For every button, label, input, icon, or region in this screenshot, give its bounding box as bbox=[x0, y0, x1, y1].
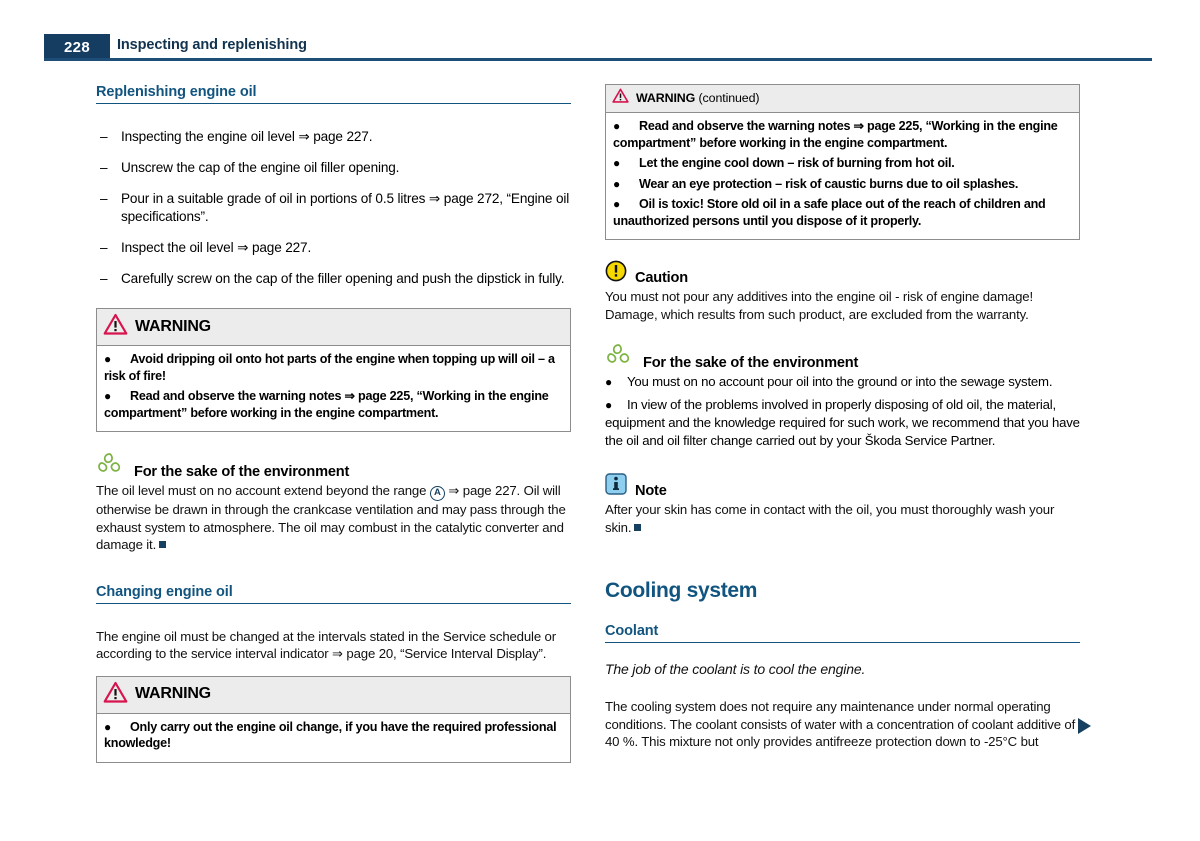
warning-box-2: WARNING ● Only carry out the engine oil c… bbox=[96, 675, 571, 763]
bullet-text: Only carry out the engine oil change, if… bbox=[104, 719, 557, 751]
marker-letter-a: A bbox=[429, 486, 445, 501]
warning-box-header: WARNING bbox=[97, 309, 570, 346]
list-item: – Inspect the oil level ⇒ page 227. bbox=[96, 239, 571, 257]
bullet-item: ● Let the engine cool down – risk of burn… bbox=[613, 155, 1072, 172]
bullet-dot-icon: ● bbox=[605, 375, 613, 389]
bullet-item: ● Read and observe the warning notes ⇒ pa… bbox=[613, 118, 1072, 151]
coolant-intro: The job of the coolant is to cool the en… bbox=[605, 661, 866, 677]
header-rule bbox=[44, 58, 1152, 61]
bullet-text: Read and observe the warning notes ⇒ pag… bbox=[104, 389, 549, 420]
dash-marker: – bbox=[100, 160, 108, 175]
bullet-item: ● Oil is toxic! Store old oil in a safe p… bbox=[613, 196, 1072, 229]
warning-title: WARNING (continued) bbox=[636, 91, 760, 105]
bullet-item: ● You must on no account pour oil into th… bbox=[605, 373, 1080, 392]
environment-text-part-1: The oil level must on no account extend … bbox=[96, 483, 430, 498]
end-marker-icon bbox=[634, 523, 642, 531]
environment-text: The oil level must on no account extend … bbox=[96, 482, 571, 554]
coolant-paragraph: The cooling system does not require any … bbox=[605, 699, 1076, 749]
bullet-item: ● In view of the problems involved in pro… bbox=[605, 396, 1080, 450]
bullet-dot-icon: ● bbox=[104, 719, 111, 734]
info-note-icon bbox=[605, 473, 627, 500]
caution-text: You must not pour any additives into the… bbox=[605, 289, 1033, 322]
step-text: Inspect the oil level ⇒ page 227. bbox=[121, 240, 312, 255]
environment-title: For the sake of the environment bbox=[643, 355, 859, 371]
page-header: 228 Inspecting and replenishing bbox=[0, 0, 1200, 62]
bullet-dot-icon: ● bbox=[104, 352, 111, 366]
caution-circle-icon bbox=[605, 260, 627, 287]
warning-box-1: WARNING ● Avoid dripping oil onto hot par… bbox=[96, 308, 571, 432]
warning-title-suffix: (continued) bbox=[695, 91, 760, 105]
list-item: – Unscrew the cap of the engine oil fille… bbox=[96, 159, 571, 177]
environment-callout-header: For the sake of the environment bbox=[605, 343, 1080, 372]
dash-marker: – bbox=[100, 271, 108, 286]
environment-callout-header: For the sake of the environment bbox=[96, 452, 571, 481]
warning-box-body: ● Read and observe the warning notes ⇒ pa… bbox=[606, 113, 1079, 239]
heading-coolant: Coolant bbox=[605, 623, 1080, 643]
bullet-text: Avoid dripping oil onto hot parts of the… bbox=[104, 352, 555, 383]
bullet-text: Wear an eye protection – risk of caustic… bbox=[639, 176, 1019, 191]
left-column: Replenishing engine oil – Inspecting the … bbox=[96, 84, 571, 763]
bullet-dot-icon: ● bbox=[605, 397, 613, 412]
caution-callout-header: Caution bbox=[605, 260, 1080, 287]
list-item: – Pour in a suitable grade of oil in port… bbox=[96, 190, 571, 226]
bullet-text: Let the engine cool down – risk of burni… bbox=[639, 156, 955, 170]
heading-changing-engine-oil: Changing engine oil bbox=[96, 584, 571, 604]
environment-title: For the sake of the environment bbox=[134, 464, 350, 480]
list-item: – Inspecting the engine oil level ⇒ page … bbox=[96, 128, 571, 146]
warning-box-body: ● Avoid dripping oil onto hot parts of th… bbox=[97, 346, 570, 431]
bullet-dot-icon: ● bbox=[104, 389, 111, 403]
warning-continued-box: WARNING (continued) ● Read and observe th… bbox=[605, 84, 1080, 240]
caution-title: Caution bbox=[635, 270, 688, 286]
note-text: After your skin has come in contact with… bbox=[605, 501, 1080, 536]
recycling-icon bbox=[96, 452, 126, 481]
warning-triangle-icon bbox=[103, 681, 128, 708]
warning-title-main: WARNING bbox=[636, 91, 696, 105]
changing-engine-oil-paragraph: The engine oil must be changed at the in… bbox=[96, 628, 556, 662]
warning-triangle-icon bbox=[612, 88, 629, 108]
chapter-heading-cooling-system: Cooling system bbox=[605, 579, 758, 602]
warning-triangle-icon bbox=[103, 313, 128, 340]
bullet-item: ● Wear an eye protection – risk of causti… bbox=[613, 176, 1072, 193]
dash-marker: – bbox=[100, 191, 108, 206]
warning-box-header: WARNING bbox=[97, 676, 570, 714]
bullet-item: ● Only carry out the engine oil change, i… bbox=[104, 719, 563, 752]
bullet-dot-icon: ● bbox=[613, 176, 620, 191]
bullet-text: You must on no account pour oil into the… bbox=[627, 374, 1053, 389]
step-text: Pour in a suitable grade of oil in porti… bbox=[121, 191, 570, 224]
note-title: Note bbox=[635, 483, 667, 499]
replenishing-steps-list: – Inspecting the engine oil level ⇒ page … bbox=[96, 128, 571, 288]
warning-box-body: ● Only carry out the engine oil change, i… bbox=[97, 714, 570, 762]
step-text: Inspecting the engine oil level ⇒ page 2… bbox=[121, 129, 373, 144]
page-number: 228 bbox=[44, 34, 110, 60]
recycling-icon bbox=[605, 343, 635, 372]
dash-marker: – bbox=[100, 129, 108, 144]
list-item: – Carefully screw on the cap of the fille… bbox=[96, 270, 571, 288]
bullet-dot-icon: ● bbox=[613, 197, 620, 211]
bullet-item: ● Avoid dripping oil onto hot parts of th… bbox=[104, 351, 563, 384]
bullet-text: Read and observe the warning notes ⇒ pag… bbox=[613, 119, 1058, 150]
bullet-dot-icon: ● bbox=[613, 119, 620, 133]
bullet-text: In view of the problems involved in prop… bbox=[605, 396, 1080, 448]
warning-box-header: WARNING (continued) bbox=[606, 85, 1079, 113]
bullet-dot-icon: ● bbox=[613, 156, 620, 170]
continue-arrow-icon bbox=[1078, 718, 1091, 734]
bullet-text: Oil is toxic! Store old oil in a safe pl… bbox=[613, 197, 1046, 228]
step-text: Carefully screw on the cap of the filler… bbox=[121, 271, 565, 286]
note-callout-header: Note bbox=[605, 473, 1080, 500]
page-title: Inspecting and replenishing bbox=[117, 37, 307, 53]
end-marker-icon bbox=[159, 541, 167, 548]
bullet-item: ● Read and observe the warning notes ⇒ pa… bbox=[104, 388, 563, 421]
note-text-body: After your skin has come in contact with… bbox=[605, 502, 1055, 535]
warning-title: WARNING bbox=[135, 317, 211, 335]
dash-marker: – bbox=[100, 240, 108, 255]
warning-title: WARNING bbox=[135, 685, 211, 702]
heading-replenishing-engine-oil: Replenishing engine oil bbox=[96, 84, 571, 104]
right-column: WARNING (continued) ● Read and observe th… bbox=[605, 84, 1080, 751]
step-text: Unscrew the cap of the engine oil filler… bbox=[121, 160, 400, 175]
